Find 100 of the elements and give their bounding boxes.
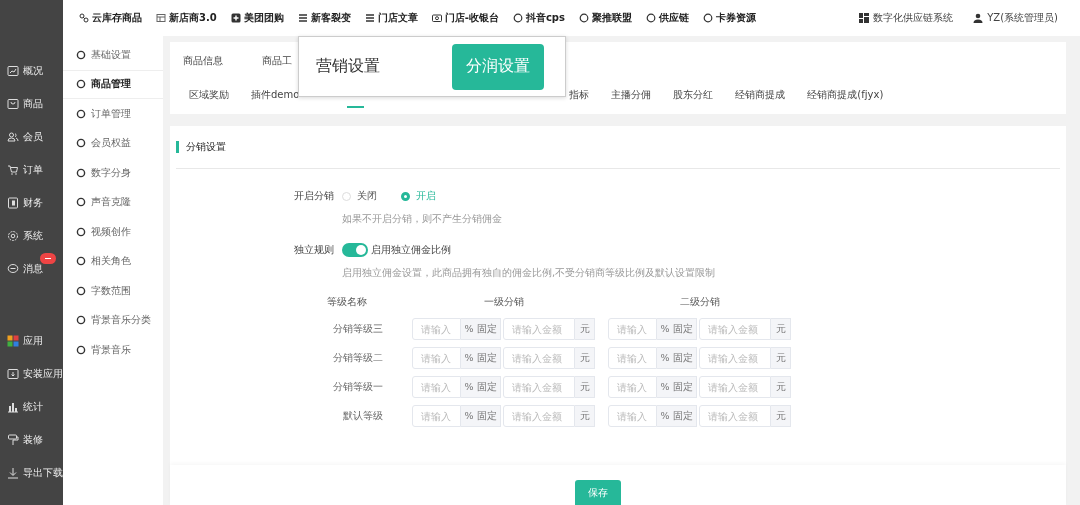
level-name: 默认等级: [342, 409, 384, 423]
input-field[interactable]: 请输入: [412, 405, 461, 427]
field-label: 开启分销: [293, 189, 334, 203]
unit-label: 元: [771, 405, 791, 427]
top-nav-link[interactable]: 门店文章: [364, 11, 418, 25]
sidebar-item[interactable]: 装修: [0, 423, 63, 456]
circle-icon: [578, 13, 589, 23]
bag-icon: [7, 97, 19, 110]
circle-icon: [702, 13, 713, 23]
column-header: 一级分销: [482, 295, 525, 309]
unit-label: 元: [575, 376, 595, 398]
install-icon: [7, 367, 19, 380]
download-icon: [7, 466, 19, 479]
unit-label: % 固定: [657, 318, 697, 340]
unit-label: % 固定: [461, 405, 501, 427]
sidebar-item[interactable]: 会员: [0, 120, 63, 153]
top-nav-link[interactable]: 新店商3.0: [156, 11, 217, 25]
input-field[interactable]: 请输入: [608, 376, 657, 398]
cart-icon: [7, 163, 19, 176]
level-name: 分销等级一: [332, 380, 384, 394]
tab[interactable]: 指标: [569, 88, 590, 102]
sidebar-item[interactable]: 消息: [0, 252, 63, 285]
input-field[interactable]: 请输入: [412, 318, 461, 340]
unit-label: 元: [771, 347, 791, 369]
sub-nav-item[interactable]: 声音克隆: [63, 187, 163, 217]
top-nav-link[interactable]: 聚推联盟: [578, 11, 632, 25]
user-icon: [973, 13, 984, 23]
switch-label: 启用独立佣金比例: [371, 243, 451, 257]
link-icon: [79, 13, 89, 23]
system-link[interactable]: 数字化供应链系统: [859, 11, 954, 25]
sidebar-item[interactable]: 系统: [0, 219, 63, 252]
bars-icon: [7, 400, 19, 413]
top-nav-link[interactable]: 卡券资源: [702, 11, 756, 25]
circle-icon: [76, 167, 86, 178]
sub-nav-item[interactable]: 会员权益: [63, 128, 163, 158]
sidebar-item[interactable]: 财务: [0, 186, 63, 219]
user-menu[interactable]: YZ(系统管理员): [973, 11, 1058, 25]
input-field[interactable]: 请输入: [412, 376, 461, 398]
toggle-switch[interactable]: [342, 243, 368, 257]
sub-nav-item[interactable]: 相关角色: [63, 246, 163, 276]
tab[interactable]: 股东分红: [673, 88, 714, 102]
input-field[interactable]: 请输入: [608, 347, 657, 369]
circle-icon: [76, 285, 86, 296]
input-field[interactable]: 请输入: [608, 318, 657, 340]
column-header: 等级名称: [325, 295, 368, 309]
sub-nav-item[interactable]: 视频创作: [63, 217, 163, 247]
top-nav-link[interactable]: 门店-收银台: [431, 11, 499, 25]
radio-option[interactable]: 关闭: [342, 189, 377, 203]
unit-label: 元: [771, 376, 791, 398]
top-nav-link[interactable]: 供应链: [645, 11, 689, 25]
camera-icon: [431, 13, 442, 23]
column-header: 二级分销: [678, 295, 721, 309]
circle-icon: [76, 315, 86, 326]
plus-icon: [230, 13, 241, 23]
top-nav-link[interactable]: 美团团购: [230, 11, 284, 25]
top-nav-link[interactable]: 抖音cps: [512, 11, 565, 25]
sub-nav-item[interactable]: 商品管理: [63, 69, 163, 99]
sub-nav-item[interactable]: 背景音乐分类: [63, 305, 163, 335]
menu-item[interactable]: 营销设置: [316, 56, 380, 77]
brush-icon: [7, 433, 19, 446]
unit-label: 元: [575, 318, 595, 340]
tab[interactable]: 商品信息: [183, 54, 223, 68]
unit-label: 元: [575, 347, 595, 369]
sidebar-item[interactable]: 应用: [0, 324, 63, 357]
unit-label: % 固定: [461, 347, 501, 369]
circle-icon: [76, 138, 86, 149]
sidebar-item[interactable]: 安装应用: [0, 357, 63, 390]
sub-nav-item[interactable]: 基础设置: [63, 40, 163, 70]
circle-icon: [76, 344, 86, 355]
sub-nav-item[interactable]: 数字分身: [63, 158, 163, 188]
menu-icon: [297, 13, 308, 23]
chat-icon: [7, 262, 19, 275]
input-field[interactable]: 请输入: [608, 405, 657, 427]
sidebar-item[interactable]: 统计: [0, 390, 63, 423]
gear-icon: [7, 229, 19, 242]
tab[interactable]: 区域奖励: [189, 88, 229, 102]
sidebar-item[interactable]: 导出下载: [0, 456, 63, 489]
top-nav-link[interactable]: 新客裂变: [297, 11, 351, 25]
circle-icon: [76, 49, 86, 60]
unit-label: 元: [575, 405, 595, 427]
circle-icon: [76, 256, 86, 267]
circle-icon: [76, 79, 86, 90]
wallet-icon: [7, 196, 19, 209]
top-nav-link[interactable]: 云库存商品: [79, 11, 142, 25]
tab[interactable]: 商品工: [262, 54, 292, 68]
input-field[interactable]: 请输入: [412, 347, 461, 369]
tab[interactable]: 经销商提成: [735, 88, 786, 102]
sidebar-item[interactable]: 订单: [0, 153, 63, 186]
sidebar-item[interactable]: 商品: [0, 87, 63, 120]
section-title: 分销设置: [185, 140, 226, 154]
sub-nav-item[interactable]: 订单管理: [63, 99, 163, 129]
tab[interactable]: 经销商提成(fjyx): [807, 88, 884, 102]
sidebar-item[interactable]: 概况: [0, 54, 63, 87]
tab[interactable]: 主播分佣: [611, 88, 652, 102]
sub-nav-item[interactable]: 字数范围: [63, 276, 163, 306]
chart-icon: [7, 64, 19, 77]
apps-icon: [7, 334, 19, 347]
dashboard-icon: [859, 13, 870, 23]
sub-nav-item[interactable]: 背景音乐: [63, 335, 163, 365]
unit-label: % 固定: [657, 405, 697, 427]
